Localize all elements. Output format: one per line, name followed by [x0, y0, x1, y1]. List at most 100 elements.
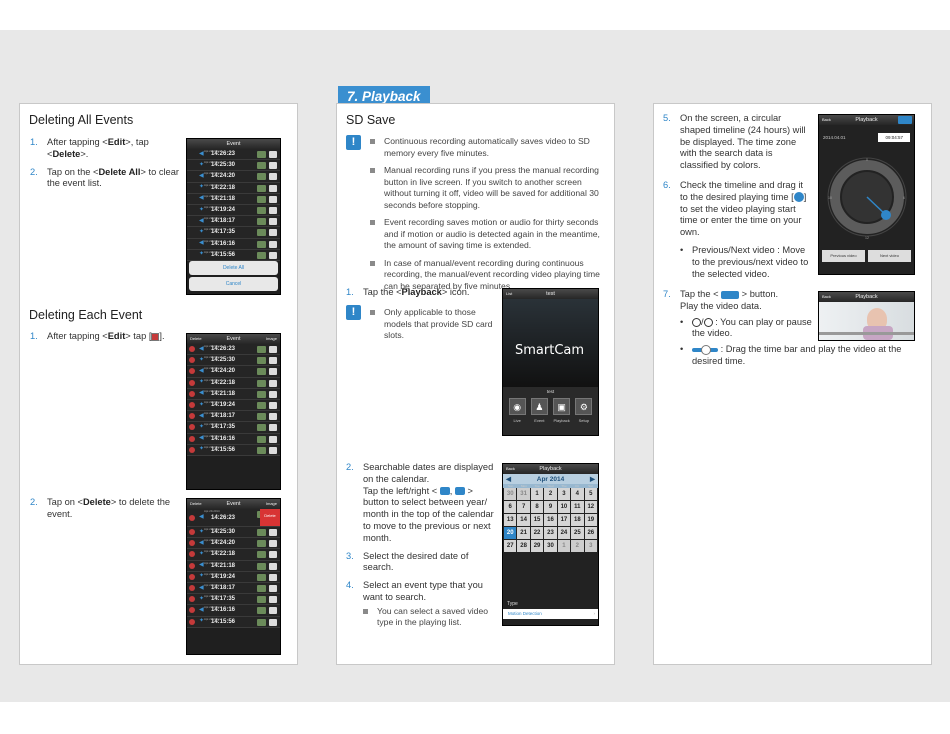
previous-video-button[interactable]: Previous video: [822, 250, 865, 262]
calendar-day[interactable]: 8: [530, 501, 544, 513]
next-month-button[interactable]: ▶: [590, 475, 595, 483]
prev-month-button[interactable]: ◀: [506, 475, 511, 483]
event-row[interactable]: ✦ Apr-29-2014 14:22:18: [187, 182, 280, 194]
event-row[interactable]: ✦ Apr-29-2014 14:15:56: [187, 616, 280, 628]
calendar-day[interactable]: 5: [584, 488, 597, 500]
event-row[interactable]: ✦ Apr-29-2014 14:25:30: [187, 355, 280, 367]
play-icon[interactable]: [898, 116, 912, 124]
timeline-handle[interactable]: [881, 210, 891, 220]
calendar-day[interactable]: 10: [557, 501, 571, 513]
delete-toggle-icon[interactable]: [189, 618, 195, 625]
calendar-day[interactable]: 25: [571, 527, 584, 539]
event-row[interactable]: ✦ Apr-29-2014 14:22:18: [187, 377, 280, 389]
calendar-day[interactable]: 19: [584, 514, 597, 526]
calendar-day[interactable]: 21: [517, 527, 530, 539]
calendar-day[interactable]: 1: [530, 488, 544, 500]
event-row[interactable]: ✦ Apr-29-2014 14:25:30: [187, 527, 280, 539]
event-row[interactable]: ◀ Apr-29-2014 14:24:20: [187, 538, 280, 550]
calendar-day[interactable]: 15: [530, 514, 544, 526]
calendar-day[interactable]: 1: [557, 540, 571, 552]
delete-toggle-icon[interactable]: [189, 390, 195, 397]
event-row[interactable]: ◀ Apr-29-2014 14:18:17: [187, 216, 280, 228]
calendar-day[interactable]: 31: [517, 488, 530, 500]
event-row[interactable]: ✦ Apr-29-2014 14:19:24: [187, 571, 280, 583]
event-row[interactable]: ✦ Apr-29-2014 14:17:35: [187, 422, 280, 434]
delete-toggle-icon[interactable]: [189, 551, 195, 558]
delete-button[interactable]: Delete: [260, 509, 280, 526]
event-row[interactable]: ◀ Apr-29-2014 14:21:18: [187, 560, 280, 572]
delete-toggle-icon[interactable]: [189, 357, 195, 364]
delete-toggle-icon[interactable]: [189, 540, 195, 547]
calendar-day[interactable]: 3: [584, 540, 597, 552]
calendar-day[interactable]: 9: [544, 501, 557, 513]
event-row[interactable]: ◀ Apr-29-2014 14:16:16: [187, 433, 280, 445]
event-row[interactable]: ◀ Apr-29-2014 14:18:17: [187, 582, 280, 595]
delete-toggle-icon[interactable]: [189, 413, 195, 420]
event-row[interactable]: ✦ Apr-29-2014 14:17:35: [187, 227, 280, 239]
video-frame[interactable]: [819, 302, 914, 340]
event-row[interactable]: ◀ Apr-29-2014 14:21:18: [187, 388, 280, 400]
calendar-day[interactable]: 30: [544, 540, 557, 552]
delete-toggle-icon[interactable]: [189, 435, 195, 442]
calendar-day[interactable]: 16: [544, 514, 557, 526]
delete-toggle-icon[interactable]: [189, 562, 195, 569]
calendar-day[interactable]: 6: [504, 501, 517, 513]
calendar-day[interactable]: 17: [557, 514, 571, 526]
event-row[interactable]: ◀ Apr-29-2014 14:18:17: [187, 411, 280, 423]
calendar-day[interactable]: 13: [504, 514, 517, 526]
delete-toggle-icon[interactable]: [189, 379, 195, 386]
calendar-day[interactable]: 18: [571, 514, 584, 526]
event-row[interactable]: ◀ Apr-29-2014 14:24:20: [187, 366, 280, 378]
calendar-day[interactable]: 29: [530, 540, 544, 552]
nav-playback[interactable]: ▣ Playback: [553, 398, 571, 423]
event-row[interactable]: ✦ Apr-29-2014 14:17:35: [187, 594, 280, 606]
event-row[interactable]: ✦ Apr-29-2014 14:15:56: [187, 444, 280, 456]
nav-live[interactable]: ◉ Live: [508, 398, 526, 423]
type-select[interactable]: Motion Detection ›: [503, 609, 598, 619]
delete-toggle-icon[interactable]: [189, 607, 195, 614]
calendar-day[interactable]: 26: [584, 527, 597, 539]
delete-all-button[interactable]: Delete All: [189, 261, 278, 275]
calendar-day[interactable]: 2: [544, 488, 557, 500]
event-row[interactable]: ◀ Apr-29-2014 14:26:23: [187, 344, 280, 356]
nav-event[interactable]: ♟ Event: [530, 398, 548, 423]
event-row[interactable]: ◀ Apr-29-2014 14:21:18: [187, 193, 280, 205]
delete-toggle-icon[interactable]: [189, 529, 195, 536]
calendar-day[interactable]: 14: [517, 514, 530, 526]
event-row[interactable]: ✦ Apr-29-2014 14:22:18: [187, 549, 280, 561]
event-row[interactable]: ◀ Apr-29-2014 14:24:20: [187, 171, 280, 183]
calendar-day[interactable]: 3: [557, 488, 571, 500]
event-row[interactable]: ✦ Apr-29-2014 14:15:56: [187, 249, 280, 261]
event-row[interactable]: ◀ Apr-29-2014 14:16:16: [187, 605, 280, 617]
event-row[interactable]: ◀ Apr-29-2014 14:16:16: [187, 238, 280, 250]
cancel-button[interactable]: Cancel: [189, 277, 278, 291]
event-row[interactable]: ◀ Apr-29-2014 14:26:23: [187, 149, 280, 161]
calendar-day[interactable]: 11: [571, 501, 584, 513]
calendar-day[interactable]: 12: [584, 501, 597, 513]
delete-toggle-icon[interactable]: [189, 424, 195, 431]
calendar-day[interactable]: 28: [517, 540, 530, 552]
event-row[interactable]: ✦ Apr-29-2014 14:19:24: [187, 204, 280, 217]
calendar-day[interactable]: 20: [504, 527, 517, 539]
calendar-day[interactable]: 30: [504, 488, 517, 500]
calendar-day[interactable]: 23: [544, 527, 557, 539]
circular-timeline[interactable]: 0 6 12 18: [819, 145, 915, 245]
calendar-day[interactable]: 7: [517, 501, 530, 513]
delete-toggle-icon[interactable]: [189, 402, 195, 409]
calendar-day[interactable]: 4: [571, 488, 584, 500]
calendar-day[interactable]: 24: [557, 527, 571, 539]
delete-toggle-icon[interactable]: [189, 585, 195, 592]
delete-toggle-icon[interactable]: [189, 573, 195, 580]
delete-toggle-icon[interactable]: [189, 446, 195, 453]
event-row[interactable]: ✦ Apr-29-2014 14:25:30: [187, 160, 280, 172]
calendar-day[interactable]: 22: [530, 527, 544, 539]
delete-toggle-icon[interactable]: [189, 514, 195, 521]
delete-toggle-icon[interactable]: [189, 596, 195, 603]
delete-toggle-icon[interactable]: [189, 368, 195, 375]
nav-setup[interactable]: ⚙ Setup: [575, 398, 593, 423]
event-row[interactable]: ◀ Apr-29-2014 14:26:23 Delete: [187, 509, 280, 527]
time-input[interactable]: 09:04:57: [878, 132, 910, 142]
next-video-button[interactable]: Next video: [868, 250, 911, 262]
event-row[interactable]: ✦ Apr-29-2014 14:19:24: [187, 399, 280, 412]
delete-toggle-icon[interactable]: [189, 346, 195, 353]
